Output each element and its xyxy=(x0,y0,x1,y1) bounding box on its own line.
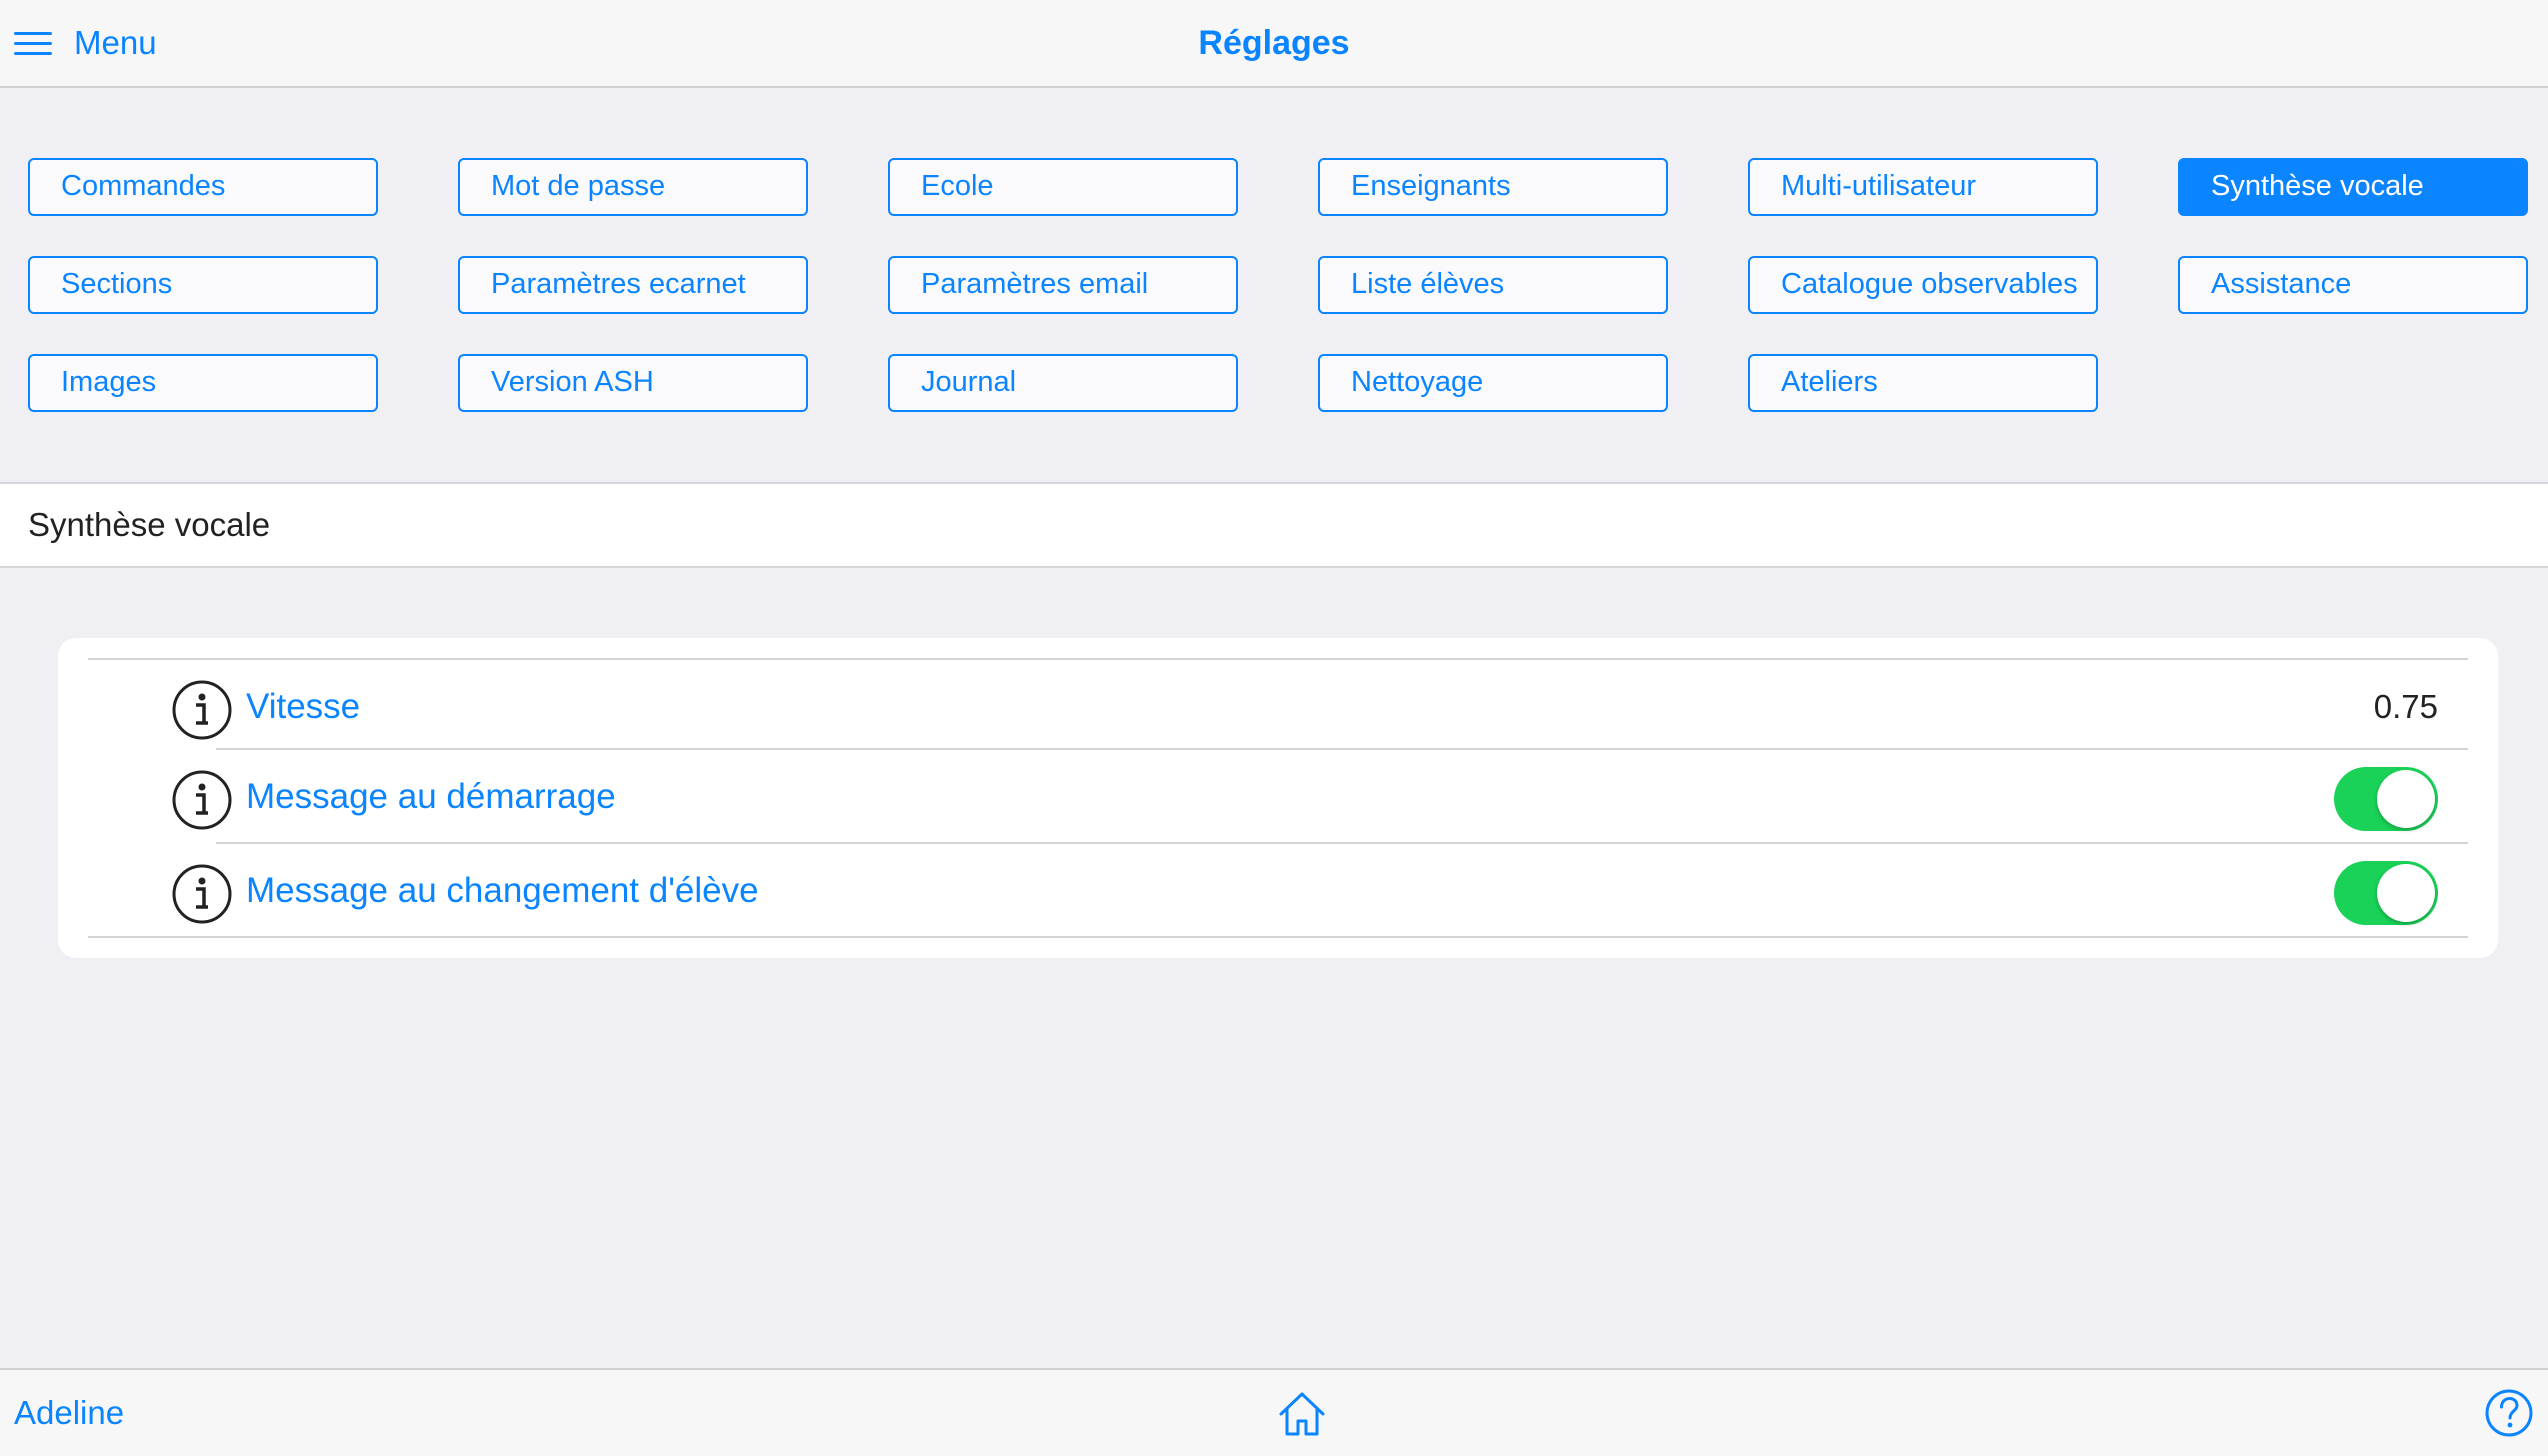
divider xyxy=(88,936,2468,938)
category-button-ateliers[interactable]: Ateliers xyxy=(1748,354,2098,412)
hamburger-icon xyxy=(14,30,52,56)
home-icon[interactable] xyxy=(1276,1388,1328,1440)
page-title: Réglages xyxy=(1198,24,1350,62)
category-button-parametres-ecarnet[interactable]: Paramètres ecarnet xyxy=(458,256,808,314)
settings-card: Vitesse 0.75 Message au démarrage Messag… xyxy=(58,638,2498,958)
category-button-commandes[interactable]: Commandes xyxy=(28,158,378,216)
category-button-sections[interactable]: Sections xyxy=(28,256,378,314)
toggle-knob xyxy=(2377,770,2435,828)
info-icon[interactable] xyxy=(172,864,232,924)
bottom-bar: Adeline xyxy=(0,1368,2548,1456)
toggle-switch[interactable] xyxy=(2334,861,2438,925)
category-button-multi-utilisateur[interactable]: Multi-utilisateur xyxy=(1748,158,2098,216)
category-button-ecole[interactable]: Ecole xyxy=(888,158,1238,216)
category-button-images[interactable]: Images xyxy=(28,354,378,412)
toggle-switch[interactable] xyxy=(2334,767,2438,831)
setting-label[interactable]: Message au démarrage xyxy=(246,750,616,844)
setting-row-message-changement-eleve[interactable]: Message au changement d'élève xyxy=(88,844,2468,938)
category-button-journal[interactable]: Journal xyxy=(888,354,1238,412)
category-button-liste-eleves[interactable]: Liste élèves xyxy=(1318,256,1668,314)
category-button-mot-de-passe[interactable]: Mot de passe xyxy=(458,158,808,216)
category-button-assistance[interactable]: Assistance xyxy=(2178,256,2528,314)
setting-label[interactable]: Message au changement d'élève xyxy=(246,844,759,938)
setting-row-message-demarrage[interactable]: Message au démarrage xyxy=(88,750,2468,844)
menu-button[interactable]: Menu xyxy=(14,18,157,68)
info-icon[interactable] xyxy=(172,680,232,740)
category-button-nettoyage[interactable]: Nettoyage xyxy=(1318,354,1668,412)
category-button-catalogue-observables[interactable]: Catalogue observables xyxy=(1748,256,2098,314)
setting-value[interactable]: 0.75 xyxy=(2374,660,2438,754)
setting-row-vitesse[interactable]: Vitesse 0.75 xyxy=(88,660,2468,754)
category-button-parametres-email[interactable]: Paramètres email xyxy=(888,256,1238,314)
category-button-version-ash[interactable]: Version ASH xyxy=(458,354,808,412)
settings-categories: Commandes Mot de passe Ecole Enseignants… xyxy=(0,88,2548,482)
help-icon[interactable] xyxy=(2484,1388,2534,1438)
top-bar: Menu Réglages xyxy=(0,0,2548,88)
menu-label: Menu xyxy=(74,24,157,61)
user-name[interactable]: Adeline xyxy=(14,1370,124,1456)
toggle-knob xyxy=(2377,864,2435,922)
section-title: Synthèse vocale xyxy=(0,482,2548,568)
info-icon[interactable] xyxy=(172,770,232,830)
setting-label[interactable]: Vitesse xyxy=(246,660,360,754)
category-button-synthese-vocale[interactable]: Synthèse vocale xyxy=(2178,158,2528,216)
category-button-enseignants[interactable]: Enseignants xyxy=(1318,158,1668,216)
